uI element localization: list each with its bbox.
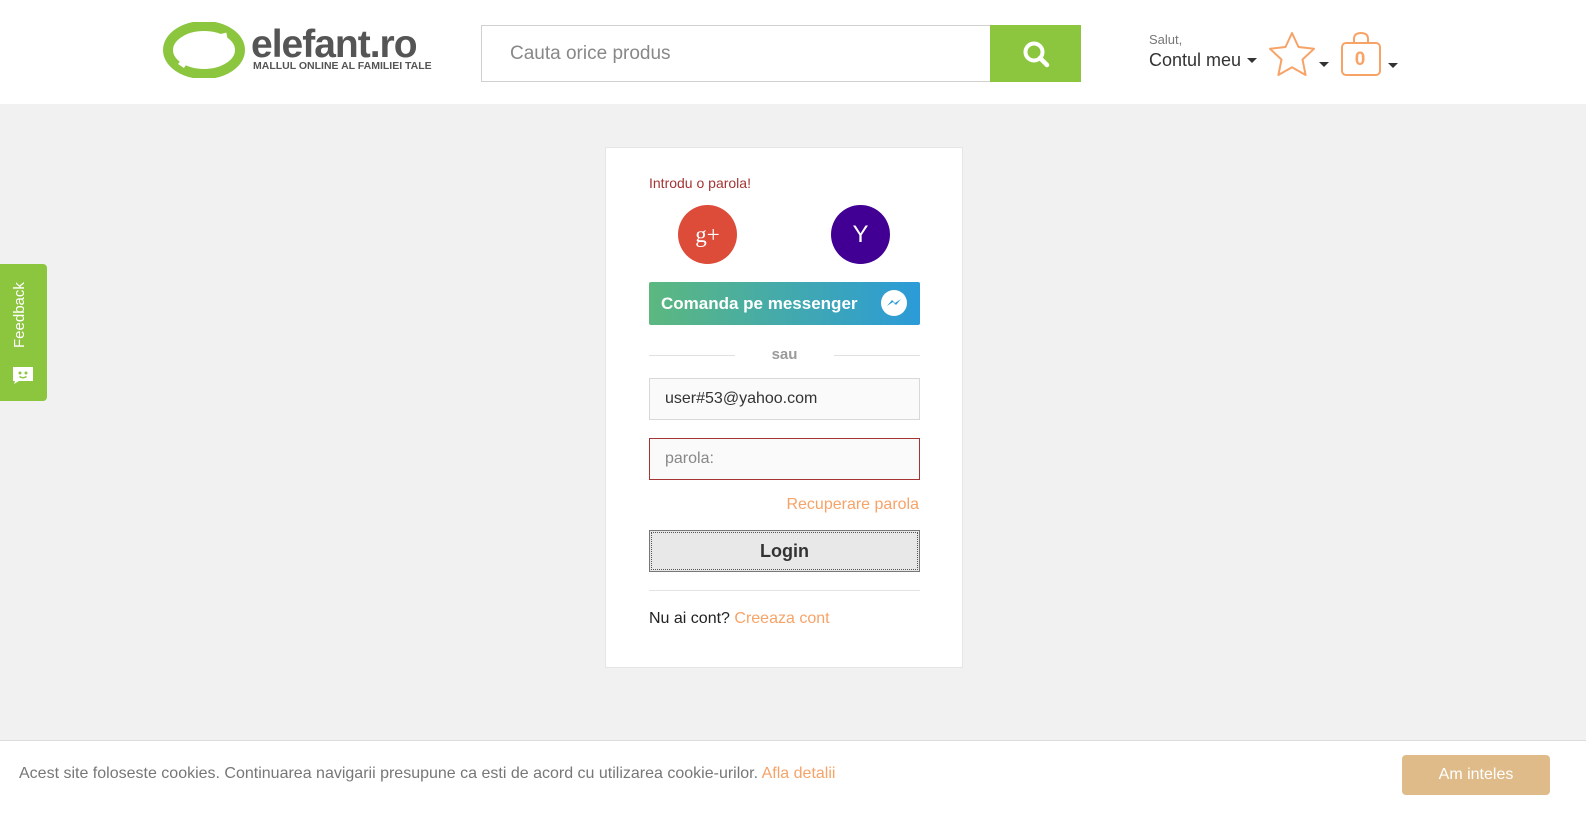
google-login-button[interactable]: g+ [678, 205, 737, 264]
chevron-down-icon [1319, 62, 1329, 67]
divider [649, 590, 920, 591]
messenger-button-label: Comanda pe messenger [661, 293, 858, 313]
cookie-banner: Acest site foloseste cookies. Continuare… [0, 740, 1586, 813]
yahoo-login-button[interactable]: Y [831, 205, 890, 264]
account-greeting: Salut, [1149, 32, 1183, 47]
yahoo-icon: Y [852, 220, 869, 248]
no-account-text: Nu ai cont? [649, 610, 730, 627]
login-button[interactable]: Login [649, 530, 920, 572]
feedback-tab[interactable]: Feedback [0, 264, 47, 401]
login-card: Introdu o parola! g+ Y Comanda pe messen… [605, 147, 963, 668]
create-account-link[interactable]: Creeaza cont [734, 610, 829, 627]
recover-password-link[interactable]: Recuperare parola [786, 496, 919, 514]
account-label: Contul meu [1149, 50, 1242, 70]
account-link[interactable]: Contul meu [1149, 50, 1258, 71]
account-menu[interactable]: Salut, Contul meu [1149, 32, 1258, 71]
cookie-message: Acest site foloseste cookies. Continuare… [19, 765, 759, 782]
chat-face-icon [13, 367, 33, 384]
logo-tagline: MALLUL ONLINE AL FAMILIEI TALE [253, 60, 432, 72]
email-field[interactable] [649, 378, 920, 420]
google-plus-icon: g+ [695, 221, 720, 247]
chevron-down-icon [1247, 58, 1258, 63]
chevron-down-icon [1388, 63, 1398, 68]
cart-button[interactable]: 0 [1340, 31, 1402, 81]
cart-count: 0 [1354, 49, 1366, 70]
cookie-accept-button[interactable]: Am inteles [1402, 755, 1550, 795]
star-icon [1269, 32, 1315, 76]
separator-text: sau [771, 346, 798, 363]
site-header: elefant.ro MALLUL ONLINE AL FAMILIEI TAL… [0, 0, 1586, 104]
wishlist-button[interactable] [1267, 30, 1331, 80]
separator: sau [649, 345, 920, 365]
no-account-row: Nu ai cont? Creeaza cont [649, 610, 830, 628]
search-button[interactable] [990, 25, 1081, 82]
site-logo[interactable]: elefant.ro MALLUL ONLINE AL FAMILIEI TAL… [163, 22, 453, 82]
messenger-icon [881, 290, 907, 316]
search-icon [1023, 41, 1049, 67]
messenger-order-button[interactable]: Comanda pe messenger [649, 282, 920, 325]
feedback-label: Feedback [11, 282, 28, 348]
cookie-details-link[interactable]: Afla detalii [762, 765, 836, 782]
cookie-text-row: Acest site foloseste cookies. Continuare… [19, 765, 835, 783]
search-input[interactable] [481, 25, 991, 82]
error-message: Introdu o parola! [649, 175, 751, 191]
logo-mark-icon [163, 22, 245, 78]
password-field[interactable] [649, 438, 920, 480]
